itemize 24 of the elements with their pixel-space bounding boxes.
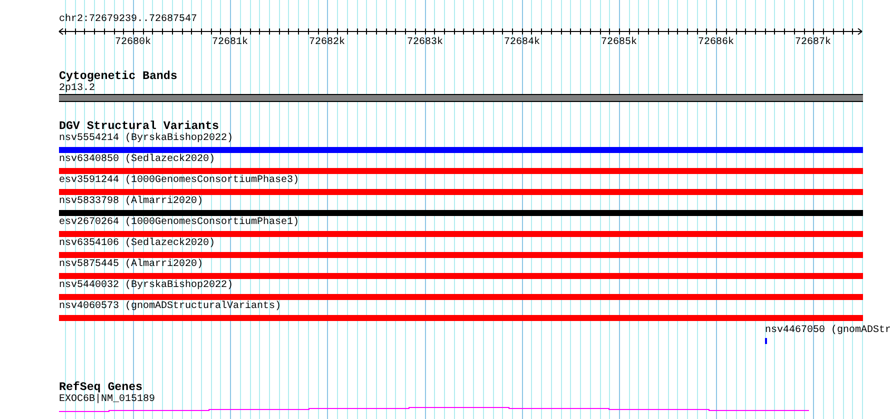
feature-label: nsv5833798 (Almarri2020) [59, 196, 204, 207]
scale-label: 72681k [212, 37, 248, 48]
scale-label: 72683k [407, 37, 443, 48]
feature-label: esv2670264 (1000GenomesConsortiumPhase1) [59, 217, 300, 228]
gene-label: EXOC6B|NM_015189 [59, 394, 156, 405]
feature-label: nsv4060573 (gnomADStructuralVariants) [59, 301, 282, 312]
feature-label: nsv6354106 (Sedlazeck2020) [59, 238, 216, 249]
scale-label: 72682k [309, 37, 345, 48]
feature-label: esv3591244 (1000GenomesConsortiumPhase3) [59, 175, 300, 186]
scale-label: 72687k [795, 37, 831, 48]
feature-label: nsv5875445 (Almarri2020) [59, 259, 204, 270]
track-title: RefSeq Genes [59, 382, 142, 394]
scale-label: 72685k [601, 37, 637, 48]
track-title: DGV Structural Variants [59, 121, 220, 133]
feature-label: nsv4467050 (gnomADStr [765, 325, 890, 336]
track-title: Cytogenetic Bands [59, 71, 178, 83]
scale-label: 72680k [115, 37, 151, 48]
feature-label: nsv6340850 (Sedlazeck2020) [59, 154, 216, 165]
location-label: chr2:72679239..72687547 [59, 12, 198, 25]
feature-label: nsv5554214 (ByrskaBishop2022) [59, 133, 234, 144]
feature-label: nsv5440032 (ByrskaBishop2022) [59, 280, 234, 291]
band-label: 2p13.2 [59, 83, 96, 94]
scale-label: 72684k [504, 37, 540, 48]
scale-label: 72686k [698, 37, 734, 48]
